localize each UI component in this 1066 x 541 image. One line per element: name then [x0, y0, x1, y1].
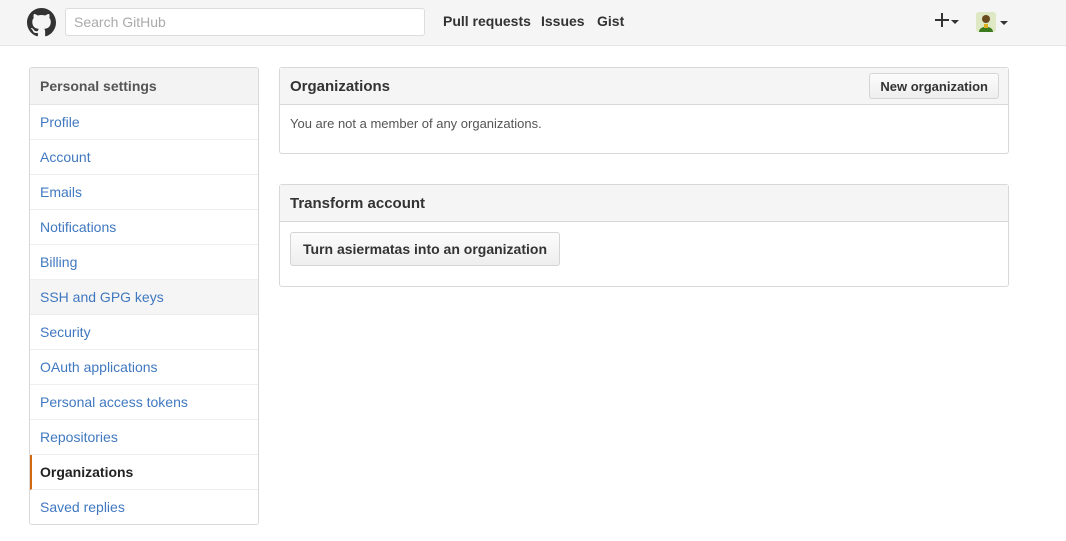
organizations-header: Organizations New organization: [280, 68, 1008, 105]
sidebar-item-repositories[interactable]: Repositories: [30, 420, 258, 455]
chevron-down-icon: [1000, 21, 1008, 25]
sidebar-item-notifications[interactable]: Notifications: [30, 210, 258, 245]
sidebar-item-security[interactable]: Security: [30, 315, 258, 350]
top-header: Pull requests Issues Gist: [0, 0, 1066, 46]
plus-icon: [935, 12, 949, 30]
create-new-dropdown[interactable]: [935, 9, 959, 33]
new-organization-button[interactable]: New organization: [869, 73, 999, 99]
transform-to-organization-button[interactable]: Turn asiermatas into an organization: [290, 232, 561, 266]
github-logo-icon[interactable]: [27, 8, 56, 37]
organizations-title: Organizations: [290, 78, 391, 95]
nav-issues[interactable]: Issues: [541, 13, 585, 29]
chevron-down-icon: [951, 20, 959, 24]
user-menu-dropdown[interactable]: [976, 11, 1008, 33]
sidebar-item-emails[interactable]: Emails: [30, 175, 258, 210]
nav-gist[interactable]: Gist: [597, 13, 624, 29]
settings-sidebar: Personal settings Profile Account Emails…: [29, 67, 259, 525]
avatar: [976, 12, 996, 32]
sidebar-item-personal-access-tokens[interactable]: Personal access tokens: [30, 385, 258, 420]
transform-account-box: Transform account Turn asiermatas into a…: [279, 184, 1009, 287]
sidebar-item-profile[interactable]: Profile: [30, 105, 258, 140]
transform-account-header: Transform account: [280, 185, 1008, 222]
sidebar-item-account[interactable]: Account: [30, 140, 258, 175]
transform-account-title: Transform account: [290, 195, 426, 212]
sidebar-heading: Personal settings: [30, 68, 258, 105]
search-input[interactable]: [65, 8, 425, 36]
sidebar-item-oauth-applications[interactable]: OAuth applications: [30, 350, 258, 385]
sidebar-item-saved-replies[interactable]: Saved replies: [30, 490, 258, 524]
sidebar-item-ssh-gpg-keys[interactable]: SSH and GPG keys: [30, 280, 258, 315]
nav-pull-requests[interactable]: Pull requests: [443, 13, 531, 29]
sidebar-item-billing[interactable]: Billing: [30, 245, 258, 280]
sidebar-item-organizations[interactable]: Organizations: [30, 455, 258, 490]
organizations-box: Organizations New organization You are n…: [279, 67, 1009, 154]
transform-account-body: Turn asiermatas into an organization: [280, 222, 1008, 276]
organizations-empty-message: You are not a member of any organization…: [290, 116, 542, 131]
